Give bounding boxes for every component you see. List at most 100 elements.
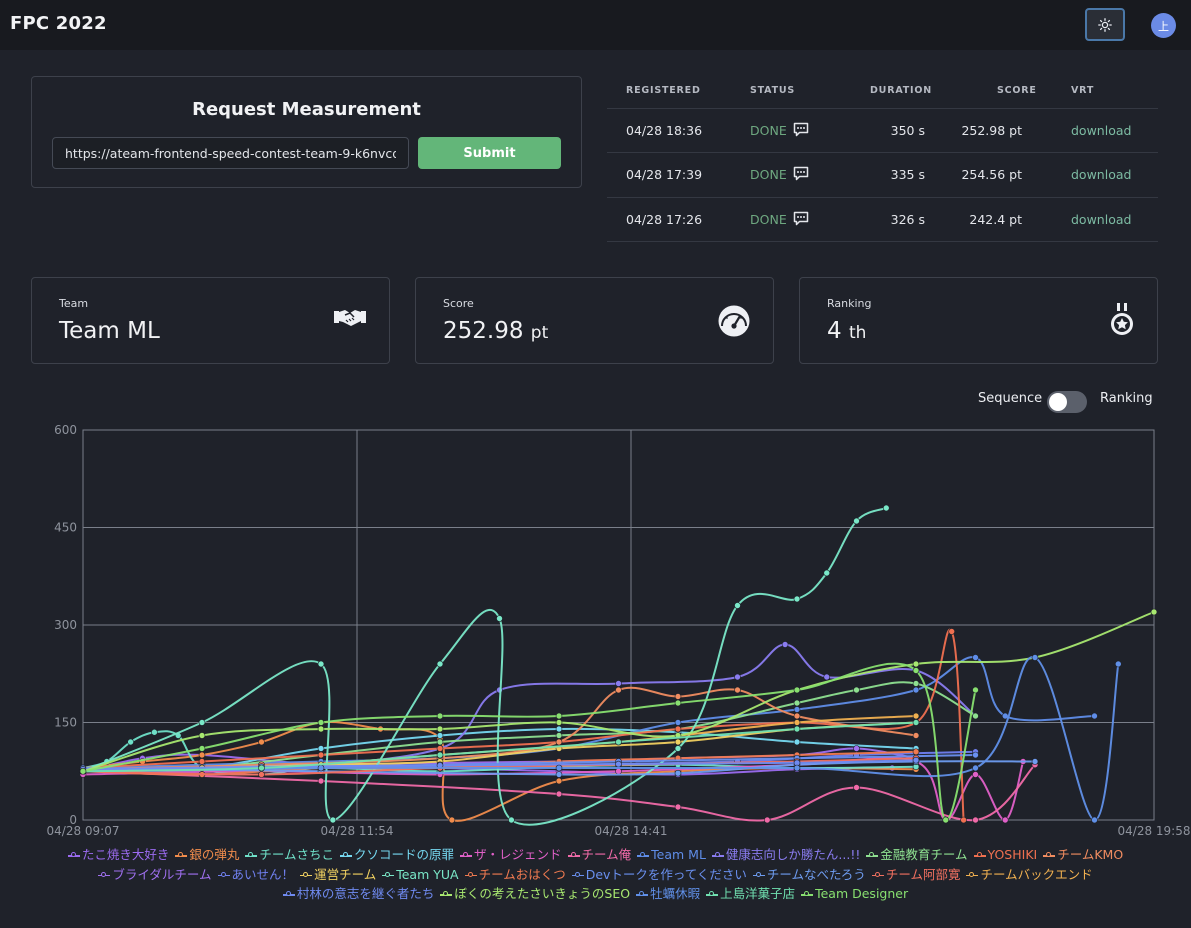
data-point (317, 751, 325, 759)
legend-marker (1043, 851, 1056, 859)
data-point (496, 615, 503, 622)
status-badge: DONE (750, 167, 787, 182)
legend-label: ぼくの考えたさいきょうのSEO (454, 886, 631, 901)
legend-label: 牡蠣休暇 (650, 886, 701, 901)
data-point (615, 767, 622, 775)
request-title: Request Measurement (192, 99, 421, 120)
legend-label: 村林の意志を継ぐ者たち (296, 886, 435, 901)
legend-marker (98, 871, 111, 879)
legend-item[interactable]: 村林の意志を継ぐ者たち (282, 884, 435, 904)
ranking-card: Ranking 4 th (799, 277, 1158, 364)
view-toggle-switch[interactable] (1047, 391, 1087, 413)
data-point (555, 771, 563, 778)
data-point (198, 732, 206, 739)
data-point (912, 732, 920, 739)
data-point (674, 699, 682, 707)
data-point (317, 725, 325, 733)
data-point (615, 680, 622, 687)
data-point (793, 712, 801, 720)
data-point (151, 728, 158, 736)
legend-item[interactable]: 金融教育チーム (866, 845, 968, 865)
legend-item[interactable]: 健康志向しか勝たん...!! (711, 845, 860, 865)
data-point (734, 673, 741, 681)
comment-icon[interactable] (793, 122, 809, 137)
data-point (853, 686, 860, 694)
data-point (781, 641, 789, 648)
download-link[interactable]: download (1071, 167, 1131, 182)
score-unit: pt (530, 323, 549, 343)
legend-item[interactable]: 銀の弾丸 (175, 845, 239, 865)
x-tick-label: 04/28 11:54 (321, 824, 394, 838)
data-point (555, 719, 563, 726)
legend-item[interactable]: YOSHIKI (973, 845, 1038, 865)
data-point (1031, 758, 1039, 765)
comment-icon[interactable] (793, 166, 809, 181)
legend-label: YOSHIKI (987, 847, 1038, 862)
legend-item[interactable]: チームさちこ (245, 845, 334, 865)
cell-duration: 350 s (890, 123, 925, 138)
data-point (436, 725, 444, 733)
data-point (674, 745, 682, 752)
legend-item[interactable]: チーム阿部寛 (871, 865, 960, 885)
legend-item[interactable]: チームなべたろう (752, 865, 866, 885)
data-point (1091, 712, 1098, 720)
cell-registered: 04/28 18:36 (626, 123, 703, 138)
data-point (1001, 816, 1009, 824)
data-point (1031, 654, 1039, 661)
legend-item[interactable]: クソコードの原罪 (339, 845, 454, 865)
legend-item[interactable]: Team YUA (382, 865, 459, 885)
toggle-knob (1049, 393, 1067, 411)
data-point (198, 758, 206, 765)
legend-item[interactable]: たこ焼き大好き (67, 845, 170, 865)
ranking-value: 4 (827, 318, 842, 344)
legend-item[interactable]: 牡蠣休暇 (636, 884, 700, 904)
legend-item[interactable]: 上島洋菓子店 (706, 884, 795, 904)
team-card: Team Team ML (31, 277, 390, 364)
legend-label: クソコードの原罪 (353, 847, 454, 862)
data-point (436, 751, 444, 759)
legend-item[interactable]: あいせん！ (217, 865, 295, 885)
medal-icon (1111, 303, 1133, 335)
data-point (674, 725, 682, 733)
column-header-registered: REGISTERED (626, 85, 701, 96)
legend-item[interactable]: Team Designer (801, 884, 908, 904)
row-divider (607, 197, 1158, 198)
comment-icon[interactable] (793, 211, 809, 226)
legend-item[interactable]: チームバックエンド (966, 865, 1093, 885)
data-point (912, 686, 920, 694)
cell-score: 252.98 pt (961, 123, 1022, 138)
legend-marker (382, 871, 395, 879)
data-point (853, 745, 860, 752)
data-point (793, 699, 801, 707)
legend-item[interactable]: 運営チーム (300, 865, 376, 885)
legend-item[interactable]: チームおはくつ (464, 865, 566, 885)
column-header-status: STATUS (750, 85, 796, 96)
data-point (1091, 816, 1098, 824)
legend-item[interactable]: Devトークを作ってください (571, 865, 747, 885)
y-tick-label: 600 (54, 423, 77, 437)
theme-toggle-button[interactable] (1085, 8, 1125, 41)
column-header-score: SCORE (997, 85, 1037, 96)
download-link[interactable]: download (1071, 212, 1131, 227)
url-input[interactable] (52, 137, 409, 169)
data-point (912, 719, 920, 726)
legend-label: チームさちこ (259, 847, 334, 862)
download-link[interactable]: download (1071, 123, 1131, 138)
legend-item[interactable]: チームKMO (1043, 845, 1123, 865)
data-point (972, 771, 979, 778)
legend-item[interactable]: ブライダルチーム (98, 865, 212, 885)
submit-button[interactable]: Submit (418, 137, 561, 169)
legend-label: たこ焼き大好き (81, 847, 170, 862)
avatar[interactable]: 上 (1151, 13, 1176, 38)
legend-item[interactable]: ぼくの考えたさいきょうのSEO (440, 884, 630, 904)
data-point (555, 712, 563, 720)
legend-item[interactable]: チーム俺 (567, 845, 631, 865)
legend-item[interactable]: Team ML (637, 845, 706, 865)
legend-item[interactable]: ザ・レジェンド (460, 845, 562, 865)
data-point (448, 816, 456, 824)
data-point (436, 660, 444, 668)
score-value-wrapper: 252.98 pt (443, 318, 548, 344)
legend-label: Team YUA (396, 866, 459, 882)
legend-label: あいせん！ (231, 866, 295, 882)
team-label: Team (59, 297, 89, 310)
